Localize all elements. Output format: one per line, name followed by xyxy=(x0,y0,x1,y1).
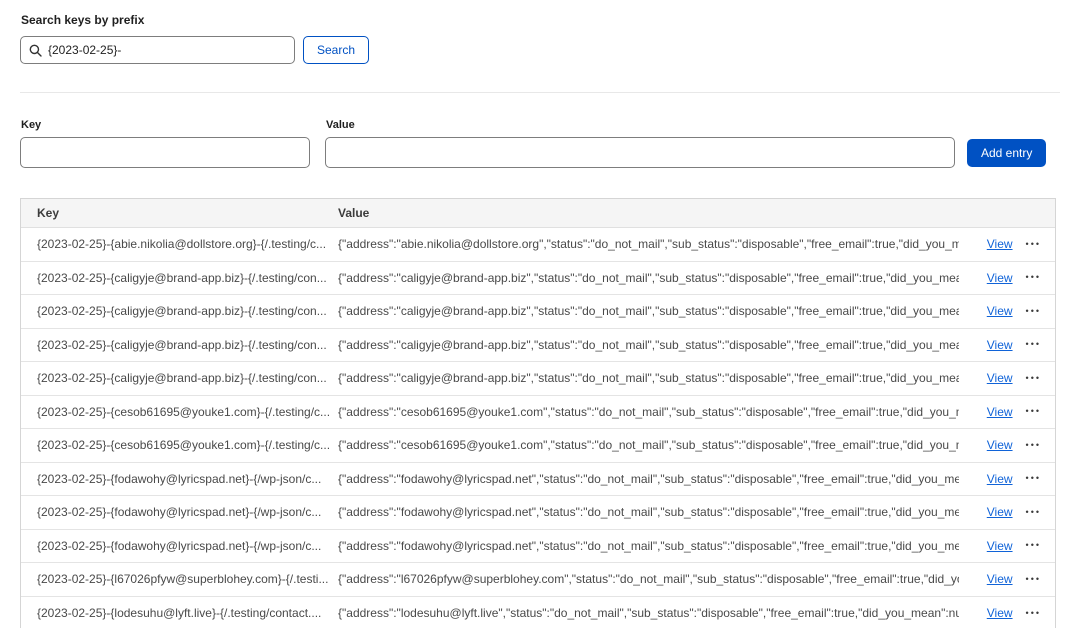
row-menu-ellipsis-icon[interactable]: ••• xyxy=(1026,238,1041,251)
row-key: {2023-02-25}-{caligyje@brand-app.biz}-{/… xyxy=(21,271,338,285)
table-body: {2023-02-25}-{abie.nikolia@dollstore.org… xyxy=(21,228,1055,628)
row-key: {2023-02-25}-{l67026pfyw@superblohey.com… xyxy=(21,572,338,586)
search-button[interactable]: Search xyxy=(303,36,369,64)
key-label: Key xyxy=(21,119,41,131)
row-value: {"address":"fodawohy@lyricspad.net","sta… xyxy=(338,505,959,519)
row-actions: View ••• xyxy=(959,539,1055,553)
row-key: {2023-02-25}-{caligyje@brand-app.biz}-{/… xyxy=(21,338,338,352)
row-menu-ellipsis-icon[interactable]: ••• xyxy=(1026,439,1041,452)
row-menu-ellipsis-icon[interactable]: ••• xyxy=(1026,271,1041,284)
row-actions: View ••• xyxy=(959,237,1055,251)
table-row: {2023-02-25}-{caligyje@brand-app.biz}-{/… xyxy=(21,295,1055,329)
search-prefix-input[interactable] xyxy=(48,43,286,57)
row-actions: View ••• xyxy=(959,304,1055,318)
table-row: {2023-02-25}-{l67026pfyw@superblohey.com… xyxy=(21,563,1055,597)
row-actions: View ••• xyxy=(959,505,1055,519)
row-menu-ellipsis-icon[interactable]: ••• xyxy=(1026,372,1041,385)
view-link[interactable]: View xyxy=(987,338,1013,352)
column-header-key: Key xyxy=(21,206,338,220)
table-row: {2023-02-25}-{caligyje@brand-app.biz}-{/… xyxy=(21,362,1055,396)
row-menu-ellipsis-icon[interactable]: ••• xyxy=(1026,607,1041,620)
row-actions: View ••• xyxy=(959,472,1055,486)
view-link[interactable]: View xyxy=(987,271,1013,285)
section-divider xyxy=(20,92,1060,93)
row-actions: View ••• xyxy=(959,371,1055,385)
view-link[interactable]: View xyxy=(987,472,1013,486)
row-menu-ellipsis-icon[interactable]: ••• xyxy=(1026,472,1041,485)
row-actions: View ••• xyxy=(959,438,1055,452)
row-key: {2023-02-25}-{fodawohy@lyricspad.net}-{/… xyxy=(21,539,338,553)
row-key: {2023-02-25}-{fodawohy@lyricspad.net}-{/… xyxy=(21,505,338,519)
row-key: {2023-02-25}-{caligyje@brand-app.biz}-{/… xyxy=(21,371,338,385)
search-prefix-box xyxy=(20,36,295,64)
row-key: {2023-02-25}-{fodawohy@lyricspad.net}-{/… xyxy=(21,472,338,486)
row-key: {2023-02-25}-{cesob61695@youke1.com}-{/.… xyxy=(21,405,338,419)
table-row: {2023-02-25}-{fodawohy@lyricspad.net}-{/… xyxy=(21,496,1055,530)
table-row: {2023-02-25}-{caligyje@brand-app.biz}-{/… xyxy=(21,262,1055,296)
table-row: {2023-02-25}-{caligyje@brand-app.biz}-{/… xyxy=(21,329,1055,363)
row-key: {2023-02-25}-{caligyje@brand-app.biz}-{/… xyxy=(21,304,338,318)
table-header: Key Value xyxy=(21,199,1055,228)
row-value: {"address":"l67026pfyw@superblohey.com",… xyxy=(338,572,959,586)
view-link[interactable]: View xyxy=(987,572,1013,586)
view-link[interactable]: View xyxy=(987,371,1013,385)
row-menu-ellipsis-icon[interactable]: ••• xyxy=(1026,405,1041,418)
key-input[interactable] xyxy=(20,137,310,168)
row-actions: View ••• xyxy=(959,572,1055,586)
row-menu-ellipsis-icon[interactable]: ••• xyxy=(1026,506,1041,519)
row-key: {2023-02-25}-{abie.nikolia@dollstore.org… xyxy=(21,237,338,251)
view-link[interactable]: View xyxy=(987,606,1013,620)
search-icon xyxy=(29,44,42,57)
row-key: {2023-02-25}-{cesob61695@youke1.com}-{/.… xyxy=(21,438,338,452)
row-menu-ellipsis-icon[interactable]: ••• xyxy=(1026,539,1041,552)
view-link[interactable]: View xyxy=(987,304,1013,318)
row-value: {"address":"caligyje@brand-app.biz","sta… xyxy=(338,271,959,285)
search-prefix-label: Search keys by prefix xyxy=(21,13,144,27)
row-value: {"address":"cesob61695@youke1.com","stat… xyxy=(338,438,959,452)
value-label: Value xyxy=(326,119,355,131)
table-row: {2023-02-25}-{fodawohy@lyricspad.net}-{/… xyxy=(21,463,1055,497)
row-value: {"address":"abie.nikolia@dollstore.org",… xyxy=(338,237,959,251)
view-link[interactable]: View xyxy=(987,505,1013,519)
row-value: {"address":"caligyje@brand-app.biz","sta… xyxy=(338,338,959,352)
add-entry-button[interactable]: Add entry xyxy=(967,139,1046,167)
row-value: {"address":"fodawohy@lyricspad.net","sta… xyxy=(338,472,959,486)
view-link[interactable]: View xyxy=(987,405,1013,419)
value-input[interactable] xyxy=(325,137,955,168)
view-link[interactable]: View xyxy=(987,438,1013,452)
view-link[interactable]: View xyxy=(987,539,1013,553)
table-row: {2023-02-25}-{cesob61695@youke1.com}-{/.… xyxy=(21,429,1055,463)
row-actions: View ••• xyxy=(959,405,1055,419)
row-actions: View ••• xyxy=(959,606,1055,620)
row-value: {"address":"caligyje@brand-app.biz","sta… xyxy=(338,371,959,385)
view-link[interactable]: View xyxy=(987,237,1013,251)
table-row: {2023-02-25}-{fodawohy@lyricspad.net}-{/… xyxy=(21,530,1055,564)
table-row: {2023-02-25}-{abie.nikolia@dollstore.org… xyxy=(21,228,1055,262)
column-header-value: Value xyxy=(338,206,959,220)
kv-namespace-page: Search keys by prefix Search Key Value A… xyxy=(0,0,1078,628)
table-row: {2023-02-25}-{cesob61695@youke1.com}-{/.… xyxy=(21,396,1055,430)
table-row: {2023-02-25}-{lodesuhu@lyft.live}-{/.tes… xyxy=(21,597,1055,628)
row-value: {"address":"fodawohy@lyricspad.net","sta… xyxy=(338,539,959,553)
row-menu-ellipsis-icon[interactable]: ••• xyxy=(1026,338,1041,351)
row-key: {2023-02-25}-{lodesuhu@lyft.live}-{/.tes… xyxy=(21,606,338,620)
row-value: {"address":"cesob61695@youke1.com","stat… xyxy=(338,405,959,419)
row-value: {"address":"lodesuhu@lyft.live","status"… xyxy=(338,606,959,620)
kv-table: Key Value {2023-02-25}-{abie.nikolia@dol… xyxy=(20,198,1056,628)
row-menu-ellipsis-icon[interactable]: ••• xyxy=(1026,305,1041,318)
row-menu-ellipsis-icon[interactable]: ••• xyxy=(1026,573,1041,586)
row-value: {"address":"caligyje@brand-app.biz","sta… xyxy=(338,304,959,318)
row-actions: View ••• xyxy=(959,338,1055,352)
row-actions: View ••• xyxy=(959,271,1055,285)
